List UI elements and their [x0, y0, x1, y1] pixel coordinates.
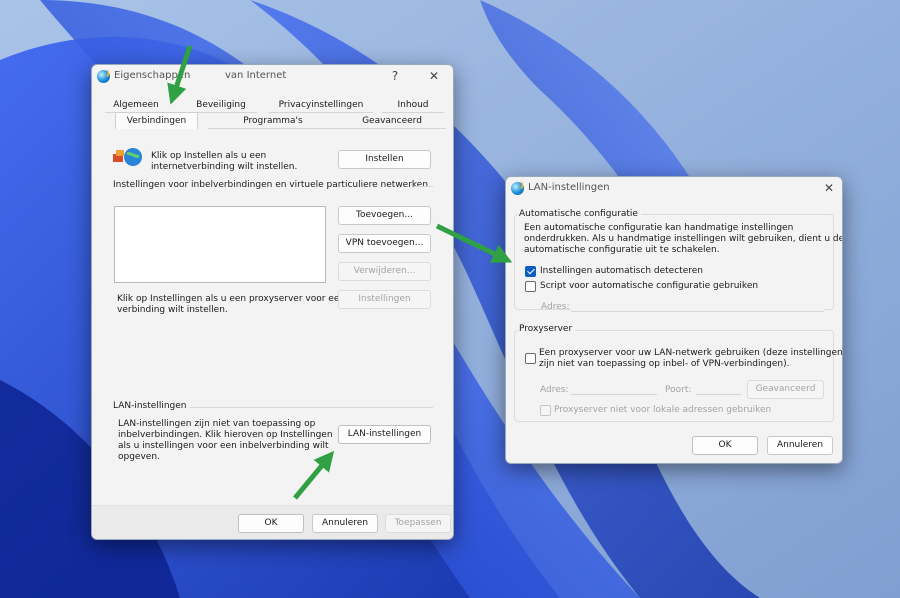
arrow-to-lan-button — [293, 450, 335, 500]
arrow-to-verbindingen-tab — [167, 45, 193, 105]
arrow-to-lan-dialog — [435, 223, 513, 263]
annotation-arrows — [167, 45, 513, 500]
